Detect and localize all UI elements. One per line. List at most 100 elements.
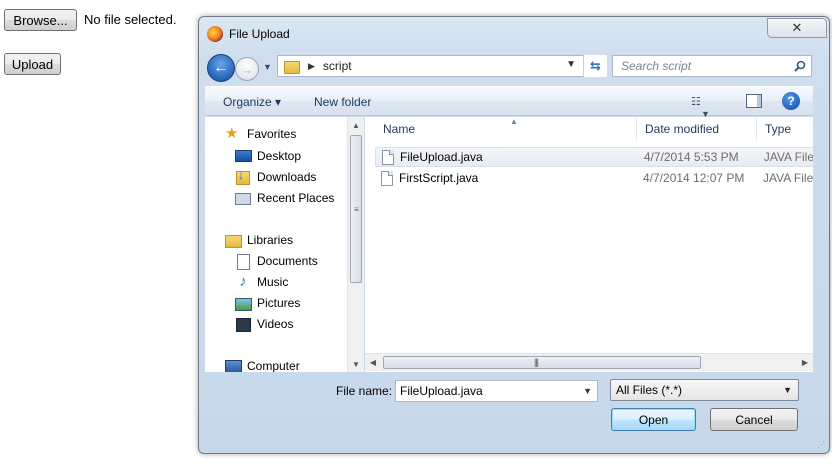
sort-ascending-icon: ▲ [510,117,518,126]
file-upload-dialog: File Upload ✕ ← → ▼ ▶ script ▼ ⇆ Search … [198,16,830,454]
arrow-left-icon: ← [213,59,229,76]
scroll-right-icon[interactable]: ▶ [797,354,813,371]
dialog-title: File Upload [229,27,290,41]
nav-item-libraries[interactable]: Libraries [225,231,293,249]
nav-item-videos[interactable]: Videos [235,315,293,333]
nav-item-documents[interactable]: Documents [235,252,318,270]
forward-button[interactable]: → [235,57,259,81]
file-type-value: All Files (*.*) [616,383,683,397]
file-name: FileUpload.java [400,150,483,164]
chevron-down-icon: ▼ [783,385,792,395]
breadcrumb-chevron-icon[interactable]: ▶ [308,61,315,72]
resize-grip-icon[interactable]: ⋰ [817,440,825,449]
nav-item-downloads[interactable]: Downloads [235,168,316,186]
firefox-icon [207,26,223,42]
nav-item-recent-places[interactable]: Recent Places [235,189,334,207]
chevron-down-icon: ▼ [263,62,272,72]
grip-icon: ||| [534,357,539,367]
open-button[interactable]: Open [611,408,696,431]
column-header-name[interactable]: Name ▲ [375,117,637,141]
scrollbar-thumb[interactable]: ≡ [350,135,362,283]
libraries-icon [225,233,242,248]
search-icon[interactable] [794,60,806,72]
downloads-icon [235,168,251,185]
breadcrumb-script[interactable]: script [323,59,352,73]
videos-icon [235,317,251,332]
file-name-label: File name: [336,384,393,398]
nav-item-label: Music [257,275,289,289]
no-file-selected-text: No file selected. [84,12,177,27]
new-folder-button[interactable]: New folder [314,95,371,109]
preview-pane-toggle-icon[interactable] [746,94,762,108]
star-icon: ★ [225,125,239,142]
search-input[interactable]: Search script [612,55,812,77]
file-row[interactable]: FileUpload.java 4/7/2014 5:53 PM JAVA Fi… [375,147,813,167]
nav-item-label: Videos [257,317,294,331]
column-header-type[interactable]: Type [757,117,813,141]
nav-item-pictures[interactable]: Pictures [235,294,300,312]
desktop-icon [235,149,252,163]
nav-item-favorites[interactable]: ★ Favorites [225,125,296,143]
nav-item-computer[interactable]: Computer [225,357,300,372]
nav-item-label: Desktop [257,149,302,163]
view-list-icon: ☷ [691,96,701,108]
nav-item-label: Favorites [247,127,297,141]
close-button[interactable]: ✕ [767,18,827,38]
file-type-select[interactable]: All Files (*.*) ▼ [610,379,799,401]
command-toolbar: Organize ▾ New folder ☷ ▼ ? [205,86,813,119]
java-file-icon [381,170,393,186]
file-name-value: FileUpload.java [400,384,483,398]
pictures-icon [235,296,252,311]
computer-icon [225,359,242,372]
file-date-modified: 4/7/2014 5:53 PM [643,150,739,164]
folder-icon [284,59,300,74]
browse-button[interactable]: Browse... [4,9,77,31]
column-header-label: Date modified [645,122,720,136]
dialog-titlebar[interactable]: File Upload ✕ [199,17,829,47]
file-name: FirstScript.java [399,171,479,185]
back-button[interactable]: ← [207,54,235,82]
file-date-modified: 4/7/2014 12:07 PM [643,171,745,185]
cancel-button[interactable]: Cancel [710,408,798,431]
music-icon: ♪ [239,273,247,290]
address-dropdown-icon[interactable]: ▼ [566,59,576,70]
organize-menu[interactable]: Organize ▾ [223,95,281,109]
address-bar[interactable]: ▶ script ▼ [277,55,607,77]
file-type: JAVA File [763,150,813,164]
search-placeholder: Search script [621,59,692,73]
nav-item-label: Libraries [247,233,294,247]
chevron-down-icon[interactable]: ▼ [583,386,592,396]
nav-item-label: Recent Places [257,191,335,205]
nav-item-label: Computer [247,359,300,372]
recent-places-icon [235,191,251,205]
scroll-up-icon[interactable]: ▲ [348,117,364,133]
file-type: JAVA File [763,171,813,185]
scroll-down-icon[interactable]: ▼ [348,356,364,372]
nav-item-label: Documents [257,254,318,268]
column-header-date-modified[interactable]: Date modified [637,117,757,141]
java-file-icon [382,149,394,165]
refresh-button[interactable]: ⇆ [583,55,607,77]
nav-item-music[interactable]: ♪ Music [235,273,288,291]
upload-button[interactable]: Upload [4,53,61,75]
navigation-pane-scrollbar[interactable]: ▲ ≡ ▼ [347,117,364,372]
nav-item-desktop[interactable]: Desktop [235,147,301,165]
file-name-field[interactable]: FileUpload.java ▼ [395,380,598,402]
arrow-right-icon: → [240,61,254,77]
nav-item-label: Downloads [257,170,317,184]
column-header-label: Type [765,122,792,136]
navigation-pane: ★ Favorites Desktop Downloads Recent Pla… [205,117,363,372]
refresh-icon: ⇆ [590,58,601,73]
file-list-horizontal-scrollbar[interactable]: ◀ ||| ▶ [365,353,813,371]
grip-icon: ≡ [354,205,359,214]
file-list: Name ▲ Date modified Type FileUpload.jav… [365,117,813,372]
column-header-label: Name [383,122,416,136]
documents-icon [235,254,251,270]
scroll-left-icon[interactable]: ◀ [365,354,381,371]
nav-item-label: Pictures [257,296,301,310]
scrollbar-thumb[interactable]: ||| [383,356,701,369]
change-view-button[interactable]: ☷ ▼ [691,95,721,119]
recent-locations-dropdown[interactable]: ▼ [263,62,273,72]
help-icon[interactable]: ? [782,92,800,110]
file-row[interactable]: FirstScript.java 4/7/2014 12:07 PM JAVA … [375,168,813,188]
